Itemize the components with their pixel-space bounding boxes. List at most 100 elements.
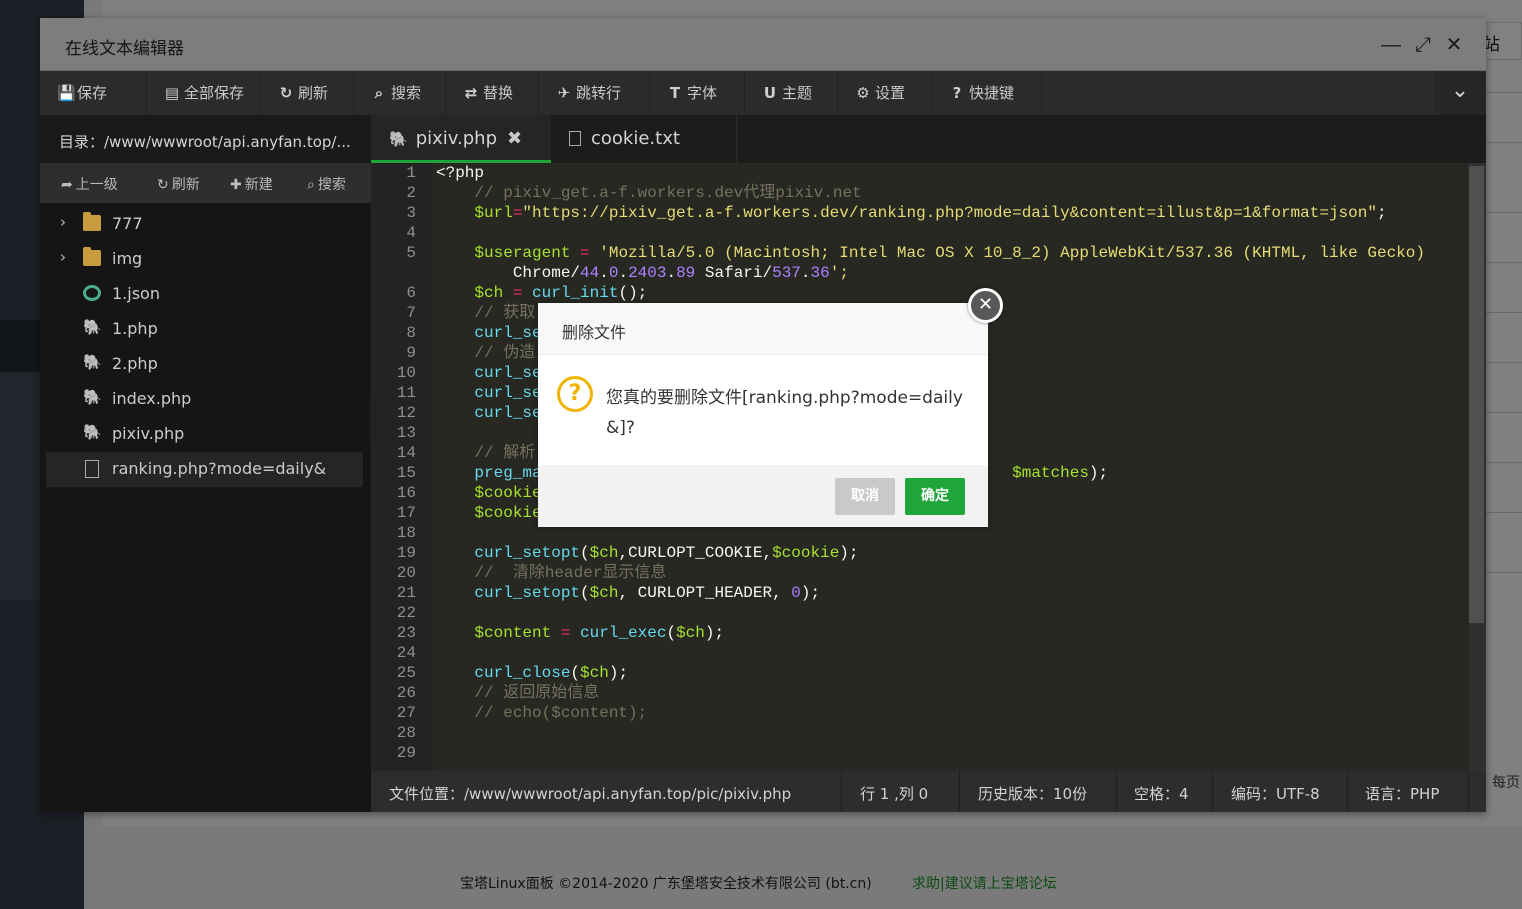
tree-item-file[interactable]: 🐘 1.php xyxy=(40,312,371,347)
code-line[interactable]: <?php xyxy=(433,163,1469,183)
maximize-icon[interactable]: ⤢ xyxy=(1410,32,1436,58)
line-number: 9 xyxy=(406,344,416,362)
save-label: 保存 xyxy=(77,84,108,102)
code-line[interactable]: // 清除header显示信息 xyxy=(433,563,1469,583)
folder-icon xyxy=(83,247,101,266)
line-number xyxy=(371,263,433,283)
tree-item-folder[interactable]: › img xyxy=(40,242,371,277)
tree-item-label: index.php xyxy=(112,389,192,408)
tree-search-button[interactable]: ⌕ 搜索 xyxy=(307,174,346,194)
minimize-icon[interactable]: — xyxy=(1378,32,1404,58)
code-line[interactable]: curl_setopt($ch, CURLOPT_HEADER, 0); xyxy=(433,583,1469,603)
parent-dir-button[interactable]: ➦ 上一级 xyxy=(61,174,118,194)
tree-item-file[interactable]: 1.json xyxy=(40,277,371,312)
chevron-right-icon[interactable]: › xyxy=(60,213,66,231)
code-line[interactable] xyxy=(433,603,1469,623)
close-tab-icon[interactable]: ✖ xyxy=(507,128,522,149)
tree-item-file-selected[interactable]: ranking.php?mode=daily& xyxy=(46,452,363,487)
goto-line-button[interactable]: ✈ 跳转行 xyxy=(539,71,650,115)
page-footer: 宝塔Linux面板 ©2014-2020 广东堡塔安全技术有限公司 (bt.cn… xyxy=(84,850,1522,909)
line-number: 10 xyxy=(396,364,416,382)
code-line[interactable]: $useragent = 'Mozilla/5.0 (Macintosh; In… xyxy=(433,243,1469,263)
shortcuts-label: 快捷键 xyxy=(969,84,1015,102)
code-line[interactable]: $url="https://pixiv_get.a-f.workers.dev/… xyxy=(433,203,1469,223)
footer-help-link[interactable]: 求助|建议请上宝塔论坛 xyxy=(912,873,1057,893)
code-line[interactable]: $ch = curl_init(); xyxy=(433,283,1469,303)
file-tree-list: › 777 › img 1.json 🐘 1.php 🐘 2.php 🐘 index.ph… xyxy=(40,207,371,487)
line-number: 2 xyxy=(406,184,416,202)
tab-label: pixiv.php xyxy=(415,128,498,149)
tree-item-folder[interactable]: › 777 xyxy=(40,207,371,242)
history-versions[interactable]: 历史版本：10份 xyxy=(978,783,1087,803)
line-number: 15 xyxy=(396,464,416,482)
question-icon: ? xyxy=(557,376,593,412)
shortcuts-button[interactable]: ? 快捷键 xyxy=(932,71,1042,115)
code-line[interactable]: // pixiv_get.a-f.workers.dev代理pixiv.net xyxy=(433,183,1469,203)
replace-button[interactable]: ⇄ 替换 xyxy=(446,71,539,115)
bg-sidebar-active xyxy=(0,320,40,372)
theme-button[interactable]: U 主题 xyxy=(745,71,838,115)
refresh-button[interactable]: ↻ 刷新 xyxy=(261,71,354,115)
tab-label: cookie.txt xyxy=(591,128,680,149)
php-file-icon: 🐘 xyxy=(83,423,102,441)
line-number: 24 xyxy=(396,644,416,662)
bg-sidebar-menu xyxy=(0,372,40,600)
line-number: 19 xyxy=(396,544,416,562)
code-line[interactable]: // echo($content); xyxy=(433,703,1469,723)
code-line[interactable] xyxy=(433,723,1469,743)
code-line[interactable] xyxy=(433,743,1469,763)
confirm-button[interactable]: 确定 xyxy=(905,478,965,515)
code-line[interactable] xyxy=(433,223,1469,243)
new-file-button[interactable]: ✚ 新建 xyxy=(230,174,273,194)
save-all-icon: ▤ xyxy=(164,84,180,102)
bg-divider xyxy=(1486,572,1522,573)
bg-divider xyxy=(1486,462,1522,463)
divider xyxy=(841,771,842,812)
settings-icon: ⚙ xyxy=(856,84,870,102)
search-button[interactable]: ⌕ 搜索 xyxy=(354,71,446,115)
close-icon[interactable]: ✕ xyxy=(1441,32,1467,58)
toolbar-toggle-button[interactable]: ⌄ xyxy=(1434,71,1486,115)
save-all-button[interactable]: ▤ 全部保存 xyxy=(147,71,261,115)
tree-item-file[interactable]: 🐘 index.php xyxy=(40,382,371,417)
divider xyxy=(959,771,960,812)
scrollbar-thumb[interactable] xyxy=(1469,166,1484,623)
file-location: 文件位置：/www/wwwroot/api.anyfan.top/pic/pix… xyxy=(389,785,792,803)
window-titlebar: 在线文本编辑器 — ⤢ ✕ xyxy=(40,18,1486,71)
new-file-label: 新建 xyxy=(244,177,273,193)
replace-label: 替换 xyxy=(483,84,514,102)
replace-icon: ⇄ xyxy=(464,84,478,102)
line-number: 17 xyxy=(396,504,416,522)
line-number: 29 xyxy=(396,744,416,762)
code-line[interactable] xyxy=(433,643,1469,663)
footer-copyright: 宝塔Linux面板 ©2014-2020 广东堡塔安全技术有限公司 (bt.cn… xyxy=(460,876,872,892)
save-button[interactable]: 💾保存 xyxy=(40,71,147,115)
line-number-gutter: 1 2 3 4 5 6 7 8 9 10 11 12 13 14 15 16 17 18 19 20 21 22 23 24 2… xyxy=(371,163,433,771)
settings-button[interactable]: ⚙ 设置 xyxy=(838,71,932,115)
code-line[interactable]: Chrome/44.0.2403.89 Safari/537.36'; xyxy=(433,263,1469,283)
code-line[interactable]: $content = curl_exec($ch); xyxy=(433,623,1469,643)
dialog-close-icon[interactable]: ✕ xyxy=(968,288,1003,323)
code-line[interactable]: // 返回原始信息 xyxy=(433,683,1469,703)
line-number: 8 xyxy=(406,324,416,342)
font-button[interactable]: T 字体 xyxy=(650,71,745,115)
line-number: 12 xyxy=(396,404,416,422)
save-all-label: 全部保存 xyxy=(184,84,245,102)
tree-refresh-button[interactable]: ↻ 刷新 xyxy=(157,174,200,194)
line-number: 6 xyxy=(406,284,416,302)
indent-setting[interactable]: 空格：4 xyxy=(1134,783,1189,803)
line-number: 22 xyxy=(396,604,416,622)
line-number: 13 xyxy=(396,424,416,442)
tab-cookie-txt[interactable]: cookie.txt xyxy=(551,115,737,163)
settings-label: 设置 xyxy=(875,84,906,102)
tab-pixiv-php[interactable]: 🐘 pixiv.php ✖ xyxy=(371,115,551,163)
line-number: 23 xyxy=(396,624,416,642)
code-line[interactable]: curl_setopt($ch,CURLOPT_COOKIE,$cookie); xyxy=(433,543,1469,563)
language-setting[interactable]: 语言：PHP xyxy=(1365,783,1439,803)
encoding-setting[interactable]: 编码：UTF-8 xyxy=(1231,783,1320,803)
code-line[interactable]: curl_close($ch); xyxy=(433,663,1469,683)
tree-item-file[interactable]: 🐘 pixiv.php xyxy=(40,417,371,452)
chevron-right-icon[interactable]: › xyxy=(60,248,66,266)
cancel-button[interactable]: 取消 xyxy=(835,478,895,515)
tree-item-file[interactable]: 🐘 2.php xyxy=(40,347,371,382)
